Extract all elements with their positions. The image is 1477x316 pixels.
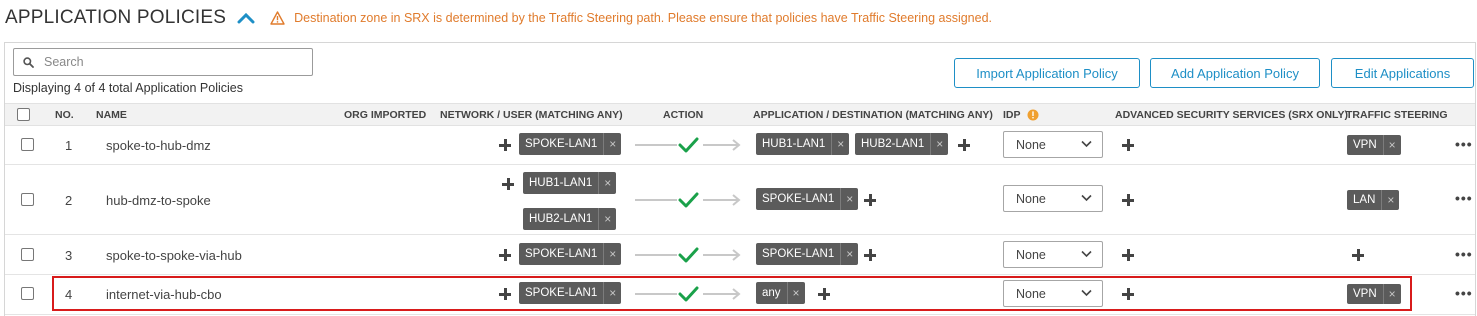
remove-tag-icon[interactable]: × — [598, 172, 616, 194]
network-tag: HUB2-LAN1 × — [523, 208, 617, 230]
column-application-destination[interactable]: APPLICATION / DESTINATION (MATCHING ANY) — [753, 109, 993, 121]
network-tag: SPOKE-LAN1 × — [519, 282, 622, 304]
column-org-imported[interactable]: ORG IMPORTED — [344, 109, 426, 121]
allow-action-icon[interactable] — [633, 135, 743, 155]
allow-action-icon[interactable] — [633, 284, 743, 304]
remove-tag-icon[interactable]: × — [831, 133, 849, 155]
add-security-service-icon[interactable] — [1122, 249, 1134, 261]
row-checkbox[interactable] — [21, 193, 34, 206]
search-placeholder: Search — [44, 55, 84, 69]
application-tag: SPOKE-LAN1 × — [756, 243, 859, 265]
policy-name[interactable]: hub-dmz-to-spoke — [106, 193, 211, 208]
chevron-down-icon — [1081, 140, 1092, 148]
chevron-down-icon — [1081, 250, 1092, 258]
add-network-icon[interactable] — [502, 178, 514, 190]
network-tag: HUB1-LAN1 × — [523, 172, 617, 194]
row-checkbox[interactable] — [21, 248, 34, 261]
table-header: NO. NAME ORG IMPORTED NETWORK / USER (MA… — [5, 103, 1475, 126]
policy-name[interactable]: spoke-to-hub-dmz — [106, 138, 211, 153]
row-number: 2 — [65, 193, 73, 208]
search-input[interactable]: Search — [13, 48, 313, 76]
policy-name[interactable]: spoke-to-spoke-via-hub — [106, 248, 242, 263]
add-application-icon[interactable] — [864, 249, 876, 261]
add-network-icon[interactable] — [499, 139, 511, 151]
row-number: 1 — [65, 138, 73, 153]
traffic-steering-warning: Destination zone in SRX is determined by… — [270, 11, 992, 25]
column-idp[interactable]: IDP — [1003, 109, 1021, 121]
more-actions-icon[interactable]: ••• — [1455, 136, 1473, 152]
chevron-down-icon — [1081, 194, 1092, 202]
edit-applications-button[interactable]: Edit Applications — [1331, 58, 1474, 88]
add-security-service-icon[interactable] — [1122, 288, 1134, 300]
remove-tag-icon[interactable]: × — [603, 133, 621, 155]
chevron-down-icon — [1081, 289, 1092, 297]
remove-tag-icon[interactable]: × — [598, 208, 616, 230]
add-security-service-icon[interactable] — [1122, 139, 1134, 151]
info-icon[interactable] — [1027, 108, 1039, 126]
remove-tag-icon[interactable]: × — [1382, 284, 1401, 304]
page-header: APPLICATION POLICIES Destination zone in… — [5, 5, 992, 31]
remove-tag-icon[interactable]: × — [930, 133, 948, 155]
add-application-icon[interactable] — [864, 194, 876, 206]
steering-tag: LAN × — [1347, 190, 1400, 210]
table-row[interactable]: 1 spoke-to-hub-dmz SPOKE-LAN1 × HUB1-LAN1… — [5, 126, 1475, 165]
add-application-policy-button[interactable]: Add Application Policy — [1150, 58, 1320, 88]
column-network-user[interactable]: NETWORK / USER (MATCHING ANY) — [440, 109, 623, 121]
column-advanced-security[interactable]: ADVANCED SECURITY SERVICES (SRX ONLY) — [1115, 109, 1348, 121]
application-tag: HUB1-LAN1 × — [756, 133, 850, 155]
add-application-icon[interactable] — [818, 288, 830, 300]
add-network-icon[interactable] — [499, 288, 511, 300]
add-application-icon[interactable] — [958, 139, 970, 151]
add-security-service-icon[interactable] — [1122, 194, 1134, 206]
steering-tag: VPN × — [1347, 284, 1401, 304]
remove-tag-icon[interactable]: × — [1381, 190, 1399, 210]
more-actions-icon[interactable]: ••• — [1455, 285, 1473, 301]
chevron-up-icon[interactable] — [236, 8, 256, 28]
application-tag: SPOKE-LAN1 × — [756, 188, 859, 210]
table-row[interactable]: 4 internet-via-hub-cbo SPOKE-LAN1 × any × … — [5, 275, 1475, 315]
more-actions-icon[interactable]: ••• — [1455, 190, 1473, 206]
column-traffic-steering[interactable]: TRAFFIC STEERING — [1346, 109, 1448, 121]
row-number: 3 — [65, 248, 73, 263]
application-tag: HUB2-LAN1 × — [855, 133, 949, 155]
add-network-icon[interactable] — [499, 249, 511, 261]
column-name[interactable]: NAME — [96, 109, 127, 121]
remove-tag-icon[interactable]: × — [840, 243, 858, 265]
policy-name[interactable]: internet-via-hub-cbo — [106, 287, 222, 302]
more-actions-icon[interactable]: ••• — [1455, 246, 1473, 262]
idp-select[interactable]: None — [1003, 241, 1103, 268]
steering-tag: VPN × — [1347, 135, 1401, 155]
page-title: APPLICATION POLICIES — [5, 7, 227, 28]
import-application-policy-button[interactable]: Import Application Policy — [954, 58, 1140, 88]
application-tag: any × — [756, 282, 805, 304]
allow-action-icon[interactable] — [633, 190, 743, 210]
search-icon — [23, 56, 34, 68]
remove-tag-icon[interactable]: × — [603, 243, 621, 265]
column-action[interactable]: ACTION — [663, 109, 703, 121]
policy-count: Displaying 4 of 4 total Application Poli… — [13, 81, 243, 95]
table-row[interactable]: 2 hub-dmz-to-spoke HUB1-LAN1 × HUB2-LAN1 ×… — [5, 165, 1475, 235]
remove-tag-icon[interactable]: × — [603, 282, 621, 304]
row-number: 4 — [65, 287, 73, 302]
add-traffic-steering-icon[interactable] — [1352, 249, 1364, 261]
row-checkbox[interactable] — [21, 138, 34, 151]
network-tag: SPOKE-LAN1 × — [519, 133, 622, 155]
select-all-checkbox[interactable] — [17, 108, 30, 121]
warning-icon — [270, 11, 285, 25]
allow-action-icon[interactable] — [633, 245, 743, 265]
idp-select[interactable]: None — [1003, 131, 1103, 158]
idp-select[interactable]: None — [1003, 185, 1103, 212]
remove-tag-icon[interactable]: × — [840, 188, 858, 210]
network-tag: SPOKE-LAN1 × — [519, 243, 622, 265]
table-row[interactable]: 3 spoke-to-spoke-via-hub SPOKE-LAN1 × SPO… — [5, 235, 1475, 275]
policies-panel: Search Displaying 4 of 4 total Applicati… — [4, 42, 1476, 316]
warning-text: Destination zone in SRX is determined by… — [294, 11, 993, 25]
idp-select[interactable]: None — [1003, 280, 1103, 307]
row-checkbox[interactable] — [21, 287, 34, 300]
remove-tag-icon[interactable]: × — [1382, 135, 1401, 155]
column-no[interactable]: NO. — [55, 109, 74, 121]
remove-tag-icon[interactable]: × — [786, 282, 805, 304]
